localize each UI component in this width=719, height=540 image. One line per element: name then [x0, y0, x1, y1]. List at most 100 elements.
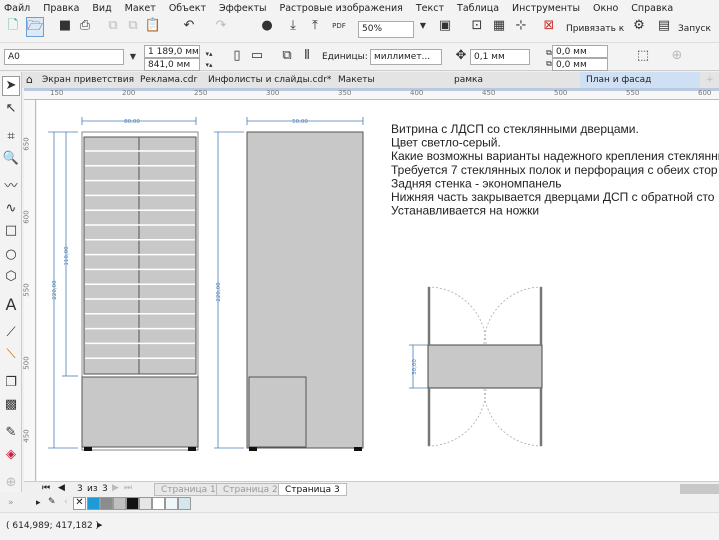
current-page-icon[interactable]: ⫴	[298, 47, 316, 65]
duplicate-x-field[interactable]: 0,0 мм	[552, 45, 608, 58]
dimension-tool-icon[interactable]: ⟋	[2, 324, 20, 342]
color-swatch[interactable]	[178, 497, 191, 510]
export-icon[interactable]: ⤒	[306, 17, 324, 35]
no-color-swatch[interactable]: ✕	[73, 497, 86, 510]
freehand-tool-icon[interactable]: 〰	[2, 178, 20, 196]
launch-icon[interactable]: ▤	[655, 17, 673, 35]
horizontal-scrollbar[interactable]	[680, 484, 719, 494]
page-tab-3[interactable]: Страница 3	[278, 483, 347, 496]
menu-6[interactable]: Растровые изображения	[279, 3, 402, 14]
tab-welcome[interactable]: Экран приветствия	[42, 72, 134, 88]
menu-8[interactable]: Таблица	[457, 3, 499, 14]
menu-2[interactable]: Вид	[92, 3, 111, 14]
tab-makety[interactable]: Макеты	[338, 72, 375, 88]
color-swatch[interactable]	[165, 497, 178, 510]
crop-tool-icon[interactable]: ⌗	[2, 128, 20, 146]
save-icon[interactable]: ■	[56, 17, 74, 35]
connector-tool-icon[interactable]: ⟍	[2, 346, 20, 364]
page-height-field[interactable]: 841,0 мм	[144, 58, 200, 71]
ellipse-tool-icon[interactable]: ○	[2, 246, 20, 264]
zoom-level-field[interactable]: 50%	[358, 21, 414, 38]
full-screen-icon[interactable]: ▣	[436, 17, 454, 35]
import-icon[interactable]: ⤓	[284, 17, 302, 35]
redo-icon[interactable]: ↷	[212, 17, 230, 35]
menu-3[interactable]: Макет	[125, 3, 156, 14]
menu-7[interactable]: Текст	[416, 3, 444, 14]
copy-icon[interactable]: ⧉	[124, 17, 142, 35]
undo-icon[interactable]: ↶	[180, 17, 198, 35]
color-swatch[interactable]	[113, 497, 126, 510]
eyedropper-icon[interactable]: ✎	[2, 424, 20, 442]
pdf-icon[interactable]: PDF	[330, 17, 348, 35]
last-page-icon[interactable]: ⏭	[124, 483, 132, 493]
nudge-field[interactable]: 0,1 мм	[470, 49, 530, 65]
snap-off-icon[interactable]: ⊠	[540, 17, 558, 35]
status-arrow-icon[interactable]: ▶	[97, 521, 102, 529]
color-swatch[interactable]	[139, 497, 152, 510]
color-swatch[interactable]	[87, 497, 100, 510]
launch-button[interactable]: Запуск	[678, 24, 711, 34]
scroll-left-icon[interactable]: ‹	[64, 497, 68, 507]
rectangle-tool-icon[interactable]: □	[2, 222, 20, 240]
menu-11[interactable]: Справка	[631, 3, 673, 14]
snap-to-dropdown[interactable]: Привязать к	[566, 24, 624, 34]
page-tab-1[interactable]: Страница 1	[154, 483, 223, 496]
cut-icon[interactable]: ⧉	[104, 17, 122, 35]
eyedropper-palette-icon[interactable]: ✎	[48, 497, 56, 507]
pick-tool-icon[interactable]: ➤	[2, 76, 20, 96]
first-page-icon[interactable]: ⏮	[42, 483, 50, 493]
tab-ramka[interactable]: рамка	[454, 72, 483, 88]
menu-5[interactable]: Эффекты	[219, 3, 267, 14]
zoom-tool-icon[interactable]: 🔍	[2, 150, 20, 168]
tab-infolisty[interactable]: Инфолисты и слайды.cdr*	[208, 72, 331, 88]
rulers-icon[interactable]: ⊡	[468, 17, 486, 35]
search-content-icon[interactable]: ●	[258, 17, 276, 35]
units-select[interactable]: миллимет...	[370, 49, 442, 65]
duplicate-y-field[interactable]: 0,0 мм	[552, 58, 608, 71]
color-swatch[interactable]	[152, 497, 165, 510]
artistic-media-icon[interactable]: ∿	[2, 200, 20, 218]
page-size-dropdown-icon[interactable]: ▼	[124, 48, 142, 66]
palette-arrow-icon[interactable]: ▸	[36, 498, 41, 508]
tab-reklama[interactable]: Реклама.cdr	[140, 72, 197, 88]
menu-10[interactable]: Окно	[593, 3, 618, 14]
add-icon[interactable]: ⊕	[668, 47, 686, 65]
drawing-canvas[interactable]: 80,00 50,00 220,00 110,00 220,00 30,00 В…	[37, 100, 719, 481]
zoom-dropdown-icon[interactable]: ▼	[414, 17, 432, 35]
horizontal-ruler[interactable]: 150 200 250 300 350 400 450 500 550 600	[24, 88, 719, 100]
menu-0[interactable]: Файл	[4, 3, 30, 14]
menu-1[interactable]: Правка	[43, 3, 79, 14]
expand-icon[interactable]: »	[8, 498, 14, 508]
color-swatch[interactable]	[100, 497, 113, 510]
tab-plan-fasad[interactable]: План и фасад	[580, 72, 700, 88]
landscape-icon[interactable]: ▭	[248, 47, 266, 65]
prev-page-icon[interactable]: ◀	[58, 483, 65, 493]
guidelines-icon[interactable]: ⊹	[512, 17, 530, 35]
color-swatch[interactable]	[126, 497, 139, 510]
next-page-icon[interactable]: ▶	[112, 483, 119, 493]
portrait-icon[interactable]: ▯	[228, 47, 246, 65]
paste-icon[interactable]: 📋	[144, 17, 162, 35]
open-icon[interactable]: 🗁	[26, 17, 44, 37]
transparency-icon[interactable]: ▩	[2, 396, 20, 414]
text-tool-icon[interactable]: A	[2, 296, 20, 314]
add-tool-icon[interactable]: ⊕	[2, 474, 20, 492]
new-document-icon[interactable]: 🗋	[4, 17, 22, 35]
page-width-field[interactable]: 1 189,0 мм	[144, 45, 200, 58]
drop-shadow-icon[interactable]: ❐	[2, 374, 20, 392]
new-tab-icon[interactable]: +	[706, 72, 714, 88]
print-icon[interactable]: ⎙	[76, 17, 94, 35]
menu-4[interactable]: Объект	[169, 3, 206, 14]
interactive-fill-icon[interactable]: ◈	[2, 446, 20, 464]
page-size-select[interactable]: A0	[4, 49, 124, 65]
all-pages-icon[interactable]: ⧉	[278, 47, 296, 65]
grid-icon[interactable]: ▦	[490, 17, 508, 35]
page-tab-2[interactable]: Страница 2	[216, 483, 285, 496]
shape-tool-icon[interactable]: ↖	[2, 100, 20, 118]
home-icon[interactable]: ⌂	[26, 72, 33, 88]
menu-9[interactable]: Инструменты	[512, 3, 580, 14]
treat-as-filled-icon[interactable]: ⬚	[634, 47, 652, 65]
options-gear-icon[interactable]: ⚙	[630, 17, 648, 35]
vertical-ruler[interactable]: 650 600 550 500 450	[23, 100, 36, 481]
polygon-tool-icon[interactable]: ⬡	[2, 268, 20, 286]
